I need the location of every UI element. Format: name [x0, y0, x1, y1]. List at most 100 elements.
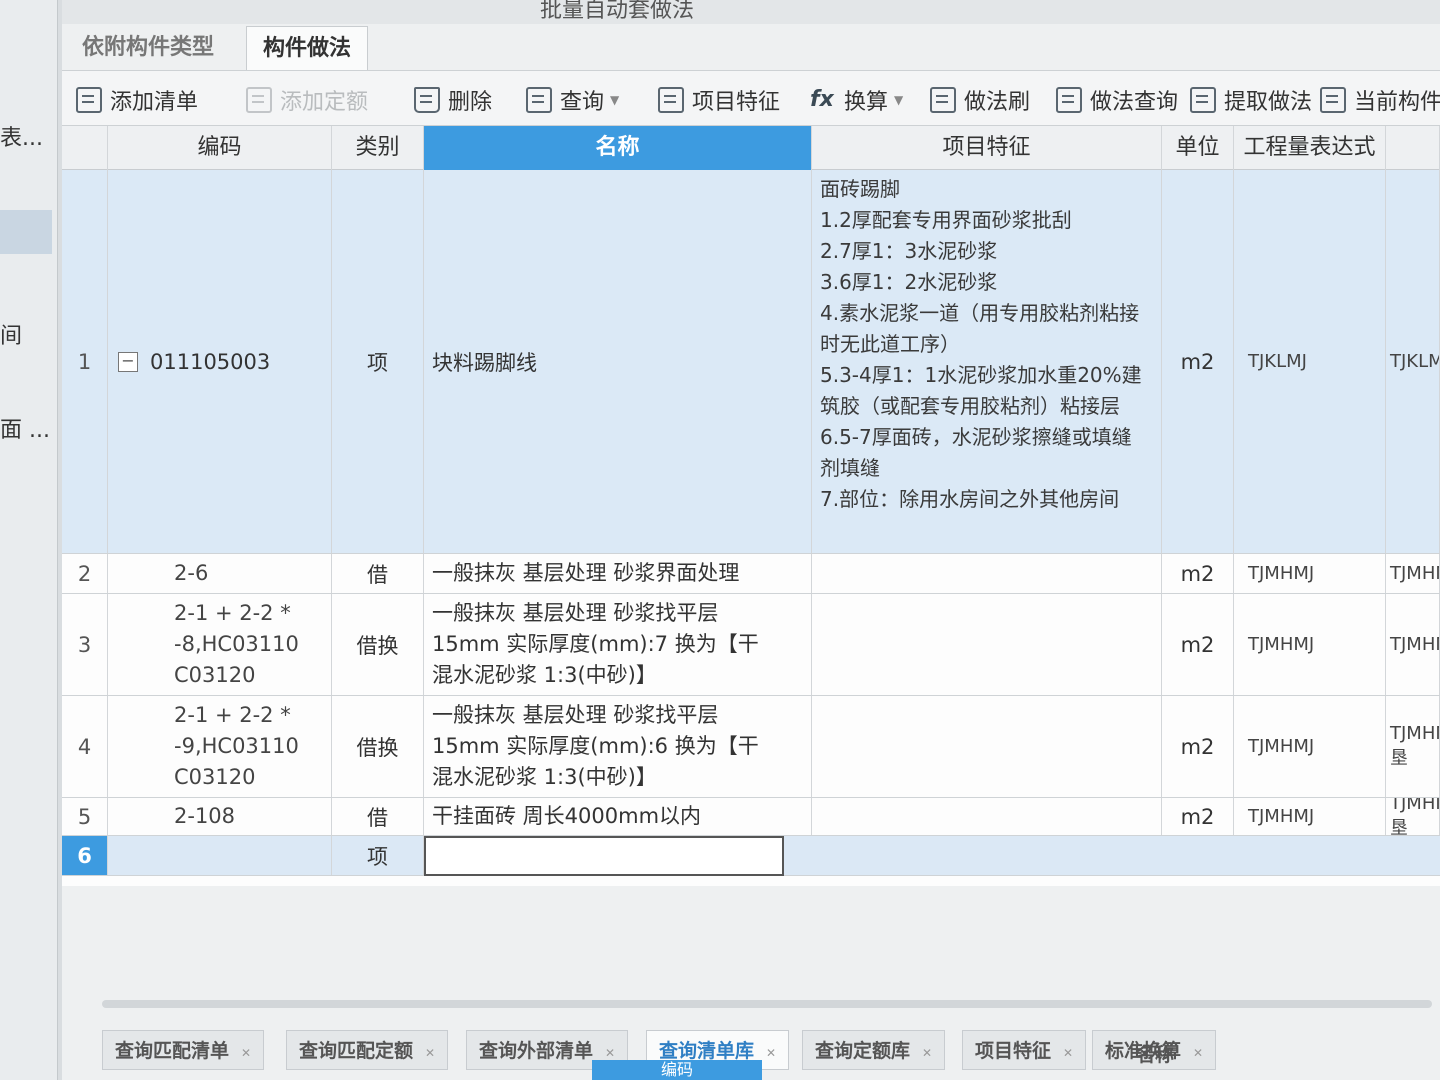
- close-icon[interactable]: ✕: [922, 1046, 932, 1060]
- extra-cell[interactable]: TJMHMJ<: [1386, 594, 1440, 695]
- unit-cell[interactable]: m2: [1162, 170, 1234, 553]
- item-feature-icon: [658, 87, 684, 113]
- extra-cell[interactable]: TJMHMJ<垦: [1386, 798, 1440, 835]
- bottom-column-code[interactable]: 编码: [592, 1060, 762, 1080]
- code-line: C03120: [174, 765, 256, 789]
- left-panel-item[interactable]: 面 ...: [0, 412, 50, 444]
- close-icon[interactable]: ✕: [1193, 1046, 1203, 1060]
- expression-cell[interactable]: TJMHMJ: [1234, 696, 1386, 797]
- tab-component-method[interactable]: 构件做法: [246, 26, 369, 70]
- table-row[interactable]: 5 2-108 借 干挂面砖 周长4000mm以内 m2 TJMHMJ TJMH…: [62, 798, 1440, 836]
- tab-attached-component-type[interactable]: 依附构件类型: [66, 26, 230, 70]
- feature-cell[interactable]: [812, 554, 1162, 593]
- horizontal-scrollbar[interactable]: [102, 1000, 1432, 1008]
- method-brush-button[interactable]: 做法刷: [930, 83, 1030, 117]
- extra-cell[interactable]: TJMHMJ<垦: [1386, 696, 1440, 797]
- code-cell[interactable]: 2-108: [108, 798, 332, 835]
- code-cell[interactable]: 2-1 + 2-2 * -9,HC03110 C03120: [108, 696, 332, 797]
- table-row[interactable]: 2 2-6 借 一般抹灰 基层处理 砂浆界面处理 m2 TJMHMJ TJMHM…: [62, 554, 1440, 594]
- extract-method-button[interactable]: 提取做法: [1190, 83, 1312, 117]
- method-grid: 编码 类别 名称 项目特征 单位 工程量表达式 1 − 011105003 项 …: [62, 126, 1440, 886]
- close-icon[interactable]: ✕: [241, 1046, 251, 1060]
- unit-cell[interactable]: m2: [1162, 554, 1234, 593]
- tab-query-match-quota[interactable]: 查询匹配定额 ✕: [286, 1030, 449, 1070]
- type-cell[interactable]: 借换: [332, 696, 424, 797]
- unit-cell[interactable]: m2: [1162, 696, 1234, 797]
- main-window: 批量自动套做法 依附构件类型 构件做法 添加清单 添加定额 删除 查询 ▼ 项目…: [62, 0, 1440, 1080]
- extra-cell[interactable]: TJMHMJ<: [1386, 554, 1440, 593]
- left-panel-selection[interactable]: [0, 210, 52, 254]
- header-rownum: [62, 126, 108, 170]
- delete-button[interactable]: 删除: [414, 83, 492, 117]
- close-icon[interactable]: ✕: [766, 1046, 776, 1060]
- method-brush-icon: [930, 87, 956, 113]
- type-cell[interactable]: 项: [332, 836, 424, 875]
- feature-cell[interactable]: [812, 594, 1162, 695]
- unit-cell[interactable]: m2: [1162, 594, 1234, 695]
- code-cell[interactable]: 2-1 + 2-2 * -8,HC03110 C03120: [108, 594, 332, 695]
- component-tabs: 依附构件类型 构件做法: [62, 26, 1440, 70]
- name-line: 15mm 实际厚度(mm):7 换为【干: [432, 632, 759, 656]
- type-cell[interactable]: 借: [332, 554, 424, 593]
- code-cell[interactable]: [108, 836, 332, 875]
- row-number: 4: [62, 696, 108, 797]
- method-query-button[interactable]: 做法查询: [1056, 83, 1178, 117]
- table-row[interactable]: 4 2-1 + 2-2 * -9,HC03110 C03120 借换 一般抹灰 …: [62, 696, 1440, 798]
- expression-cell[interactable]: TJMHMJ: [1234, 594, 1386, 695]
- close-icon[interactable]: ✕: [425, 1046, 435, 1060]
- header-type[interactable]: 类别: [332, 126, 424, 170]
- name-cell[interactable]: 块料踢脚线: [424, 170, 812, 553]
- query-button[interactable]: 查询 ▼: [526, 83, 619, 117]
- item-feature-button[interactable]: 项目特征: [658, 83, 780, 117]
- add-list-icon: [76, 87, 102, 113]
- tab-item-feature[interactable]: 项目特征 ✕: [962, 1030, 1087, 1070]
- expression-cell[interactable]: TJKLMJ: [1234, 170, 1386, 553]
- feature-cell[interactable]: [812, 798, 1162, 835]
- close-icon[interactable]: ✕: [1063, 1046, 1073, 1060]
- code-cell[interactable]: − 011105003: [108, 170, 332, 553]
- current-component-button[interactable]: 当前构件自: [1320, 83, 1440, 117]
- name-line: 15mm 实际厚度(mm):6 换为【干: [432, 734, 759, 758]
- method-brush-label: 做法刷: [964, 90, 1031, 115]
- feature-cell[interactable]: 面砖踢脚 1.2厚配套专用界面砂浆批刮 2.7厚1：3水泥砂浆 3.6厚1：2水…: [812, 170, 1162, 553]
- expression-cell[interactable]: TJMHMJ: [1234, 798, 1386, 835]
- extract-method-icon: [1190, 87, 1216, 113]
- collapse-icon[interactable]: −: [118, 351, 138, 372]
- chevron-down-icon[interactable]: ▼: [894, 93, 903, 107]
- header-code[interactable]: 编码: [108, 126, 332, 170]
- name-cell[interactable]: 一般抹灰 基层处理 砂浆找平层 15mm 实际厚度(mm):6 换为【干 混水泥…: [424, 696, 812, 797]
- code-cell[interactable]: 2-6: [108, 554, 332, 593]
- extra-cell[interactable]: TJKLMJ: [1386, 170, 1440, 553]
- name-cell[interactable]: 一般抹灰 基层处理 砂浆找平层 15mm 实际厚度(mm):7 换为【干 混水泥…: [424, 594, 812, 695]
- name-cell[interactable]: 干挂面砖 周长4000mm以内: [424, 798, 812, 835]
- name-edit-input[interactable]: [424, 836, 784, 876]
- feature-cell[interactable]: [812, 696, 1162, 797]
- add-quota-button[interactable]: 添加定额: [246, 83, 368, 117]
- left-panel-item[interactable]: 表...: [0, 120, 43, 152]
- table-row[interactable]: 6 项: [62, 836, 1440, 876]
- feature-line: 1.2厚配套专用界面砂浆批刮: [820, 208, 1072, 232]
- chevron-down-icon[interactable]: ▼: [610, 93, 619, 107]
- header-extra[interactable]: [1386, 126, 1440, 170]
- header-feature[interactable]: 项目特征: [812, 126, 1162, 170]
- name-cell[interactable]: 一般抹灰 基层处理 砂浆界面处理: [424, 554, 812, 593]
- type-cell[interactable]: 借换: [332, 594, 424, 695]
- tab-query-quota-library[interactable]: 查询定额库 ✕: [802, 1030, 946, 1070]
- tab-query-match-list[interactable]: 查询匹配清单 ✕: [102, 1030, 265, 1070]
- close-icon[interactable]: ✕: [605, 1046, 615, 1060]
- batch-auto-method-button[interactable]: 批量自动套做法: [540, 0, 694, 24]
- header-expression[interactable]: 工程量表达式: [1234, 126, 1386, 170]
- add-list-button[interactable]: 添加清单: [76, 83, 198, 117]
- type-cell[interactable]: 项: [332, 170, 424, 553]
- header-name[interactable]: 名称: [424, 126, 812, 170]
- header-unit[interactable]: 单位: [1162, 126, 1234, 170]
- left-panel-item[interactable]: 间: [0, 318, 22, 350]
- table-row[interactable]: 3 2-1 + 2-2 * -8,HC03110 C03120 借换 一般抹灰 …: [62, 594, 1440, 696]
- unit-cell[interactable]: m2: [1162, 798, 1234, 835]
- convert-button[interactable]: fx 换算 ▼: [810, 83, 903, 117]
- feature-line: 4.素水泥浆一道（用专用胶粘剂粘接: [820, 301, 1140, 325]
- table-row[interactable]: 1 − 011105003 项 块料踢脚线 面砖踢脚 1.2厚配套专用界面砂浆批…: [62, 170, 1440, 554]
- code-line: 2-1 + 2-2 *: [174, 601, 291, 625]
- expression-cell[interactable]: TJMHMJ: [1234, 554, 1386, 593]
- type-cell[interactable]: 借: [332, 798, 424, 835]
